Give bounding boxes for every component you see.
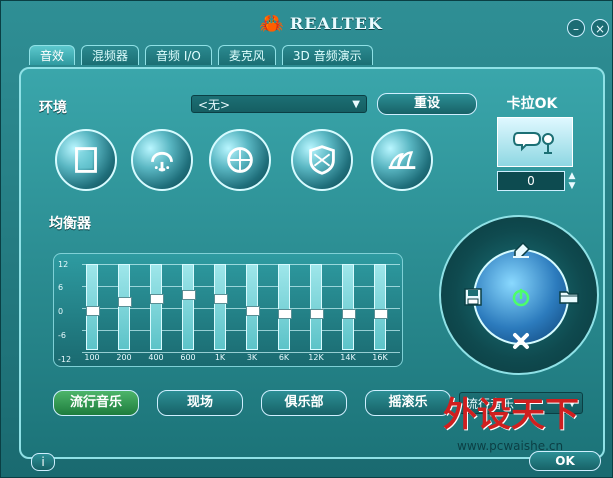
eq-band-label: 100 [84,353,100,362]
environment-title: 环境 [39,100,67,116]
opera-house-icon [388,151,416,170]
tab-audio-io[interactable]: 音频 I/O [145,45,212,65]
environment-arena-button[interactable] [209,129,271,191]
logo-text: REALTEK [289,13,383,33]
eq-slider-100[interactable] [86,264,100,350]
eq-slider-knob[interactable] [214,294,228,304]
scale-12: 12 [58,260,69,269]
eq-slider-6k[interactable] [278,264,292,350]
environment-select-value: <无> [198,97,231,112]
eq-band-label: 1K [214,353,226,362]
eq-slider-knob[interactable] [86,306,100,316]
eq-band-label: 14K [340,353,356,362]
equalizer-scale: 12 6 0 -6 -12 [58,260,78,364]
scale-minus6: -6 [58,331,66,340]
eq-slider-3k[interactable] [246,264,260,350]
eq-slider-knob[interactable] [246,306,260,316]
equalizer-panel: 12 6 0 -6 -12 100 200 400 600 1K 3K 6K 12K 14K 16… [53,253,403,367]
equalizer-control-dial [439,215,599,375]
eq-slider-knob[interactable] [278,309,292,319]
close-button[interactable]: × [591,19,609,37]
tab-sound-effects[interactable]: 音效 [29,45,76,65]
minimize-button[interactable]: – [567,19,585,37]
ok-button[interactable]: OK [529,451,601,471]
karaoke-value-field[interactable]: 0 [497,171,565,191]
eq-slider-600[interactable] [182,264,196,350]
scale-6: 6 [58,283,64,292]
eq-band-label: 6K [278,353,290,362]
chevron-down-icon: ▼ [568,397,576,409]
preset-live-button[interactable]: 现场 [157,390,243,416]
shower-icon [151,151,173,172]
environment-shower-button[interactable] [131,129,193,191]
room-icon [75,147,97,173]
reset-button[interactable]: 重设 [377,93,477,115]
power-icon [509,285,533,309]
chevron-down-icon: ▼ [352,98,360,110]
down-arrow-icon[interactable]: ▼ [567,181,577,191]
scale-minus12: -12 [58,355,72,364]
eq-slider-12k[interactable] [310,264,324,350]
save-icon[interactable] [461,285,485,309]
preset-rock-button[interactable]: 摇滚乐 [365,390,451,416]
preset-select-value: 流行音乐 [466,396,515,411]
tabs: 音效 混频器 音频 I/O 麦克风 3D 音频演示 [29,45,373,67]
eq-slider-knob[interactable] [374,309,388,319]
eq-band-label: 16K [372,353,388,362]
eq-band-label: 200 [116,353,132,362]
delete-icon[interactable] [509,329,533,353]
tab-3d-audio-demo[interactable]: 3D 音频演示 [281,45,373,65]
eq-slider-14k[interactable] [342,264,356,350]
eq-slider-16k[interactable] [374,264,388,350]
scale-0: 0 [58,307,64,316]
equalizer-title: 均衡器 [49,216,91,232]
info-icon[interactable]: i [31,453,55,471]
preset-club-button[interactable]: 俱乐部 [261,390,347,416]
crab-icon: 🦀 [259,11,284,35]
eq-slider-knob[interactable] [342,309,356,319]
eq-slider-400[interactable] [150,264,164,350]
eq-slider-knob[interactable] [118,297,132,307]
eq-slider-knob[interactable] [310,309,324,319]
realtek-logo: 🦀 REALTEK [259,7,382,39]
karaoke-spinner[interactable]: ▲ ▼ [567,171,577,191]
eq-slider-1k[interactable] [214,264,228,350]
up-arrow-icon[interactable]: ▲ [567,171,577,181]
karaoke-toggle[interactable] [497,117,573,167]
arena-icon [227,147,253,173]
environment-room-button[interactable] [55,129,117,191]
eq-band-label: 12K [308,353,324,362]
eq-slider-knob[interactable] [182,290,196,300]
eq-slider-200[interactable] [118,264,132,350]
titlebar: 🦀 REALTEK – × [1,1,613,45]
eq-band-label: 3K [246,353,258,362]
eq-slider-knob[interactable] [150,294,164,304]
karaoke-title: 卡拉OK [506,96,558,112]
environment-castle-button[interactable] [291,129,353,191]
environment-select[interactable]: <无> ▼ [191,95,367,113]
folder-open-icon[interactable] [557,285,581,309]
eq-band-label: 400 [148,353,164,362]
karaoke-icon [512,132,554,154]
shield-icon [309,145,335,175]
preset-select[interactable]: 流行音乐 ▼ [459,392,583,414]
environment-opera-button[interactable] [371,129,433,191]
tab-mixer[interactable]: 混频器 [81,45,140,65]
realtek-window: 🦀 REALTEK – × 音效 混频器 音频 I/O 麦克风 3D 音频演示 … [0,0,613,478]
eq-band-label: 600 [180,353,196,362]
preset-pop-button[interactable]: 流行音乐 [53,390,139,416]
eraser-icon[interactable] [509,235,533,259]
tab-microphone[interactable]: 麦克风 [217,45,276,65]
